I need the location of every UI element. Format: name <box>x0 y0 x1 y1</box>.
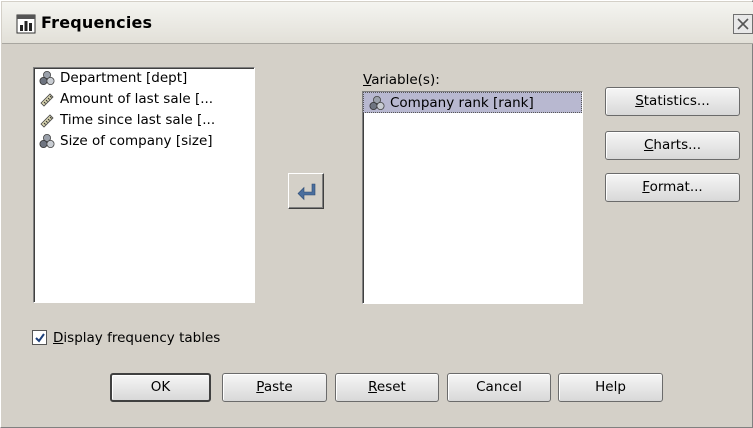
list-item[interactable]: Amount of last sale [... <box>34 89 254 110</box>
target-variable-list[interactable]: Company rank [rank] <box>362 91 583 304</box>
display-frequency-tables-label: Display frequency tables <box>53 330 221 346</box>
list-item[interactable]: Department [dept] <box>34 68 254 89</box>
format-button[interactable]: Format... <box>605 173 740 202</box>
nominal-variable-icon <box>369 95 385 111</box>
list-item-label: Department [dept] <box>60 70 188 86</box>
close-icon[interactable] <box>733 14 753 34</box>
checkmark-icon <box>35 333 45 343</box>
move-arrow-icon <box>297 183 316 201</box>
nominal-variable-icon <box>39 133 55 149</box>
help-button[interactable]: Help <box>558 373 663 402</box>
move-variable-button[interactable] <box>288 173 324 209</box>
frequencies-dialog: Frequencies Department [dept] Amount of l… <box>0 0 753 428</box>
statistics-button[interactable]: Statistics... <box>605 87 740 116</box>
nominal-variable-icon <box>39 70 55 86</box>
cancel-button[interactable]: Cancel <box>447 373 551 402</box>
dialog-content: Department [dept] Amount of last sale [..… <box>11 47 744 423</box>
list-item-label: Size of company [size] <box>60 133 213 149</box>
list-item-label: Amount of last sale [... <box>60 91 214 107</box>
ok-button[interactable]: OK <box>110 373 211 402</box>
charts-button[interactable]: Charts... <box>605 131 740 160</box>
reset-button[interactable]: Reset <box>335 373 439 402</box>
variables-label: Variable(s): <box>363 72 440 88</box>
list-item-label: Time since last sale [... <box>60 112 216 128</box>
source-variable-list[interactable]: Department [dept] Amount of last sale [..… <box>33 67 255 303</box>
display-frequency-tables-checkbox[interactable] <box>32 330 47 345</box>
title-bar[interactable]: Frequencies <box>2 2 753 44</box>
list-item[interactable]: Time since last sale [... <box>34 110 254 131</box>
scale-variable-icon <box>39 112 55 128</box>
scale-variable-icon <box>39 91 55 107</box>
dialog-title: Frequencies <box>41 13 153 32</box>
frequencies-app-icon <box>16 14 36 34</box>
paste-button[interactable]: Paste <box>222 373 327 402</box>
list-item[interactable]: Company rank [rank] <box>363 92 582 113</box>
list-item-label: Company rank [rank] <box>390 95 534 111</box>
list-item[interactable]: Size of company [size] <box>34 131 254 152</box>
